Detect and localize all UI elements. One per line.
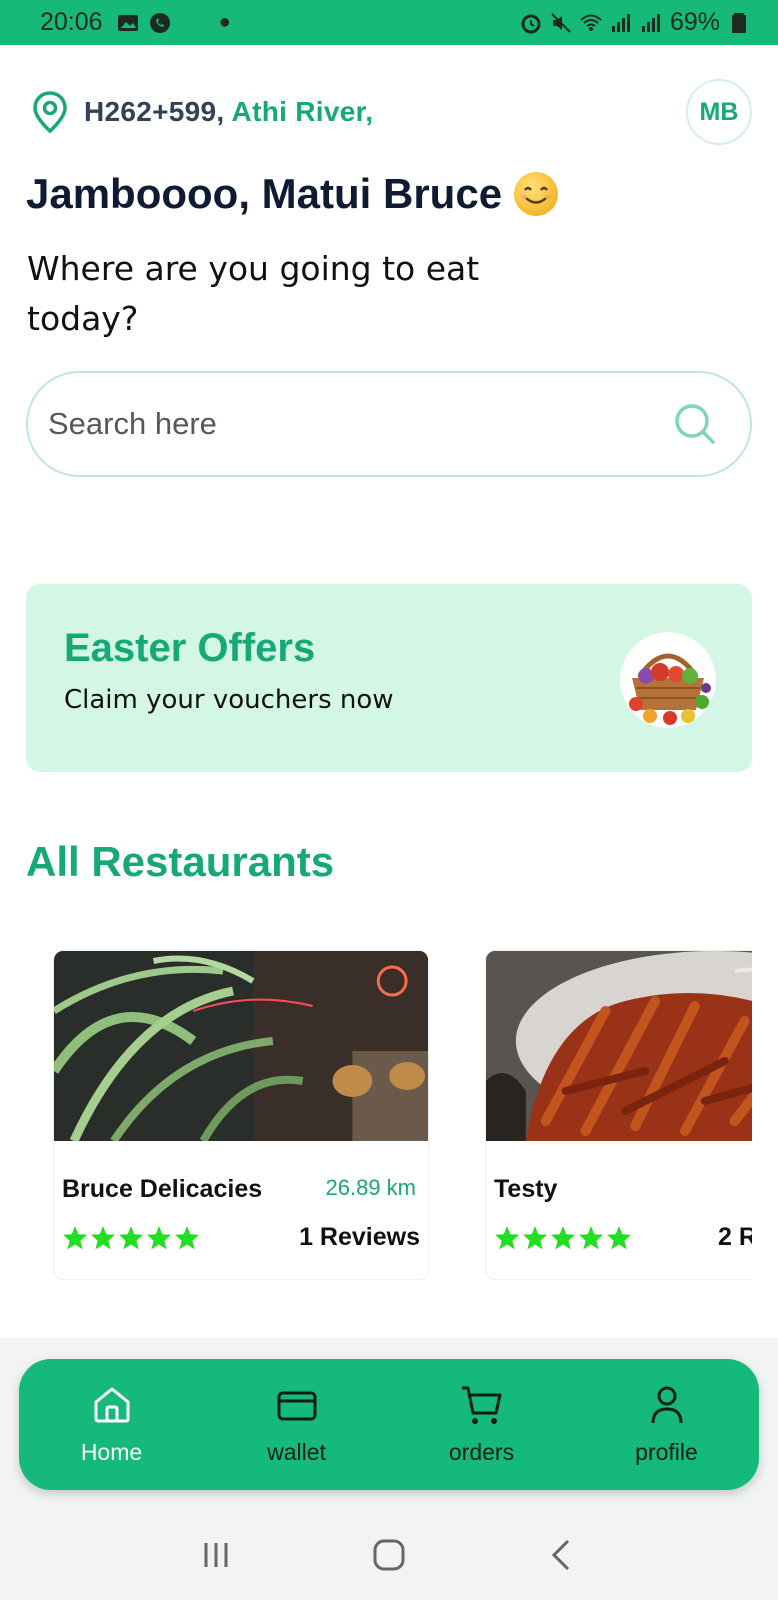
- rating-stars: [62, 1225, 200, 1251]
- search-bar[interactable]: [26, 371, 752, 477]
- wallet-icon: [277, 1391, 316, 1421]
- user-icon: [651, 1386, 682, 1424]
- subtitle-question: Where are you going to eat today?: [27, 249, 480, 338]
- search-input[interactable]: [48, 406, 672, 442]
- restaurant-name: Bruce Delicacies: [62, 1175, 263, 1203]
- offer-banner[interactable]: Easter Offers Claim your vouchers now: [26, 584, 752, 772]
- nav-label: orders: [448, 1439, 515, 1465]
- nav-label: wallet: [267, 1439, 326, 1465]
- nav-label: Home: [80, 1439, 143, 1465]
- location-bar[interactable]: H262+599, Athi River, MB: [30, 79, 752, 145]
- location-text: H262+599, Athi River,: [84, 96, 373, 128]
- offer-title: Easter Offers: [64, 626, 316, 670]
- restaurant-card[interactable]: Testy 2 Reviews: [485, 950, 752, 1280]
- offer-subtitle: Claim your vouchers now: [64, 685, 394, 715]
- location-code: H262+599,: [84, 96, 225, 127]
- home-icon: [94, 1387, 129, 1423]
- search-icon[interactable]: [672, 401, 718, 447]
- whatsapp-icon: [149, 12, 170, 33]
- mute-icon: [551, 12, 571, 33]
- vegetable-basket-image: [620, 632, 716, 728]
- star-icon: [579, 1226, 603, 1250]
- system-nav-bar: [0, 1510, 778, 1600]
- greeting-text: Jamboooo, Matui Bruce: [26, 170, 503, 217]
- nav-item-home[interactable]: Home: [19, 1359, 204, 1490]
- star-icon: [175, 1226, 199, 1250]
- star-icon: [63, 1226, 87, 1250]
- signal-icon: [611, 13, 630, 32]
- status-bar: 20:06 ● 69%: [0, 0, 778, 45]
- restaurant-carousel[interactable]: Bruce Delicacies 26.89 km 1 Reviews Test…: [0, 950, 752, 1282]
- home-button-icon[interactable]: [369, 1535, 409, 1575]
- restaurant-image: [486, 951, 752, 1141]
- star-icon: [147, 1226, 171, 1250]
- recent-apps-icon[interactable]: [196, 1535, 236, 1575]
- star-icon: [119, 1226, 143, 1250]
- restaurant-reviews: 2 Reviews: [718, 1223, 752, 1251]
- restaurant-reviews: 1 Reviews: [299, 1223, 420, 1251]
- cart-icon: [461, 1386, 501, 1424]
- nav-item-wallet[interactable]: wallet: [204, 1359, 389, 1490]
- restaurant-name: Testy: [494, 1175, 558, 1203]
- restaurant-image: [54, 951, 428, 1141]
- star-icon: [607, 1226, 631, 1250]
- alarm-icon: [521, 14, 541, 33]
- nav-item-profile[interactable]: profile: [574, 1359, 759, 1490]
- section-title-restaurants: All Restaurants: [26, 838, 335, 885]
- location-pin-icon: [33, 91, 67, 134]
- star-icon: [551, 1226, 575, 1250]
- bottom-nav: Home wallet orders profile: [19, 1359, 759, 1490]
- battery-icon: [732, 12, 746, 33]
- rating-stars: [494, 1225, 632, 1251]
- signal-icon: [641, 13, 660, 32]
- star-icon: [91, 1226, 115, 1250]
- nav-label: profile: [635, 1439, 698, 1465]
- image-icon: [117, 14, 138, 31]
- greeting: Jamboooo, Matui Bruce: [26, 170, 560, 218]
- back-icon[interactable]: [542, 1535, 582, 1575]
- restaurant-card[interactable]: Bruce Delicacies 26.89 km 1 Reviews: [53, 950, 429, 1280]
- smiley-icon: [514, 172, 559, 216]
- wifi-icon: [580, 14, 602, 31]
- avatar[interactable]: MB: [686, 79, 752, 145]
- nav-item-orders[interactable]: orders: [389, 1359, 574, 1490]
- battery-percent: 69%: [669, 8, 720, 36]
- restaurant-distance: 26.89 km: [325, 1175, 417, 1200]
- star-icon: [523, 1226, 547, 1250]
- notification-dot: ●: [218, 11, 231, 33]
- status-time: 20:06: [40, 8, 103, 36]
- location-city: Athi River,: [231, 96, 374, 127]
- star-icon: [495, 1226, 519, 1250]
